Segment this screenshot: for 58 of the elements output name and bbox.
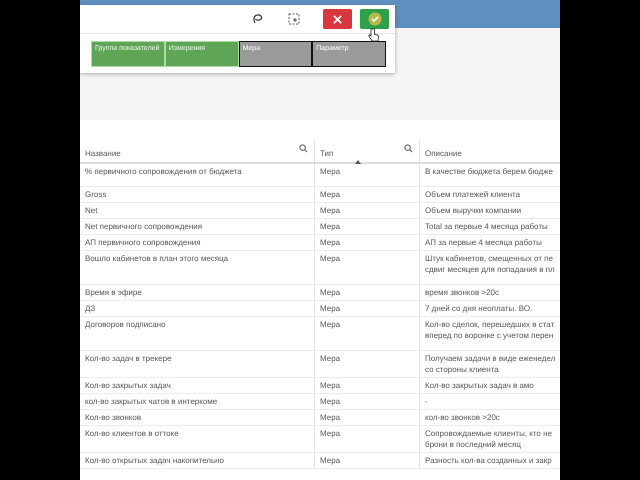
table-cell: Мера: [315, 351, 420, 377]
table-cell-text: Штук кабинетов, смещенных от пе сдвиг месяцев для попадания в пл: [424, 253, 556, 276]
table-cell-text: В качестве бюджета берем бюдже: [424, 166, 554, 178]
table-cell: Вошло кабинетов в план этого месяца: [80, 251, 315, 284]
confirm-button[interactable]: [360, 9, 389, 29]
select-icon[interactable]: [287, 12, 301, 26]
table-cell: АП первичного сопровождения: [80, 235, 315, 250]
table-cell: Мера: [315, 410, 420, 425]
table-cell-text: 7 дней со дня неоплаты. ВО.: [424, 303, 534, 315]
table-cell: % первичного сопровождения от бюджета: [80, 164, 315, 186]
table-cell-text: АП за первые 4 месяца работы: [424, 237, 543, 249]
table-cell: Мера: [315, 426, 420, 452]
table-cell: Кол-во клиентов в оттоке: [80, 426, 315, 452]
sort-icon[interactable]: [355, 160, 361, 164]
table-cell: Мера: [315, 251, 420, 284]
table-cell-text: Сопровождаемые клиенты, кто не брони в последний месяц: [424, 428, 553, 451]
table-cell-text: Кол-во сделок, перешедших в стат вперед по воронке с учетом перен: [424, 319, 556, 342]
table-cell: Мера: [315, 378, 420, 393]
search-icon[interactable]: [404, 144, 413, 153]
table-cell: Мера: [315, 187, 420, 202]
table-cell: Мера: [315, 453, 420, 468]
cancel-button[interactable]: [323, 9, 352, 29]
table-cell-text: время звонков >20с: [424, 287, 500, 299]
table-cell: Мера: [315, 285, 420, 300]
column-header[interactable]: Тип: [320, 149, 334, 158]
table-cell: Мера: [315, 164, 420, 186]
table-cell: кол-во закрытых чатов в интеркоме: [80, 394, 315, 409]
table-cell: Gross: [80, 187, 315, 202]
column-header[interactable]: Описание: [425, 149, 462, 158]
table-cell-text: Получаем задачи в виде еженедел со стороны клиента: [424, 353, 556, 376]
table-cell: Время в эфире: [80, 285, 315, 300]
table-cell: Кол-во закрытых задач: [80, 378, 315, 393]
table-cell: Мера: [315, 219, 420, 234]
table-cell: Мера: [315, 235, 420, 250]
lasso-icon[interactable]: [251, 12, 265, 26]
table-cell: Мера: [315, 301, 420, 316]
table-cell: Договоров подписано: [80, 317, 315, 350]
close-icon: [333, 14, 342, 24]
table-cell: ДЗ: [80, 301, 315, 316]
column-header[interactable]: Название: [85, 149, 121, 158]
table-cell-text: Total за первые 4 месяца работы: [424, 221, 549, 233]
table-cell: Мера: [315, 203, 420, 218]
table-cell: Мера: [315, 317, 420, 350]
table-cell: Net: [80, 203, 315, 218]
table-cell: Net первичного сопровождения: [80, 219, 315, 234]
table-cell: Мера: [315, 394, 420, 409]
table-cell-text: кол-во звонков >20с: [424, 412, 501, 424]
table-cell-text: Разность кол-ва созданных и закр: [424, 455, 553, 467]
table-cell: Кол-во звонков: [80, 410, 315, 425]
table-cell-text: -: [424, 396, 429, 408]
hand-cursor-icon: [368, 28, 379, 42]
check-icon: [368, 12, 382, 26]
table-cell: Кол-во открытых задач накопительно: [80, 453, 315, 468]
table-cell: Кол-во задач в трекере: [80, 351, 315, 377]
table-cell-text: Объем платежей клиента: [424, 189, 522, 201]
table-cell-text: Объем выручки компании: [424, 205, 522, 217]
table-cell-text: Кол-во закрытых задач в амо: [424, 380, 535, 392]
search-icon[interactable]: [299, 144, 308, 153]
